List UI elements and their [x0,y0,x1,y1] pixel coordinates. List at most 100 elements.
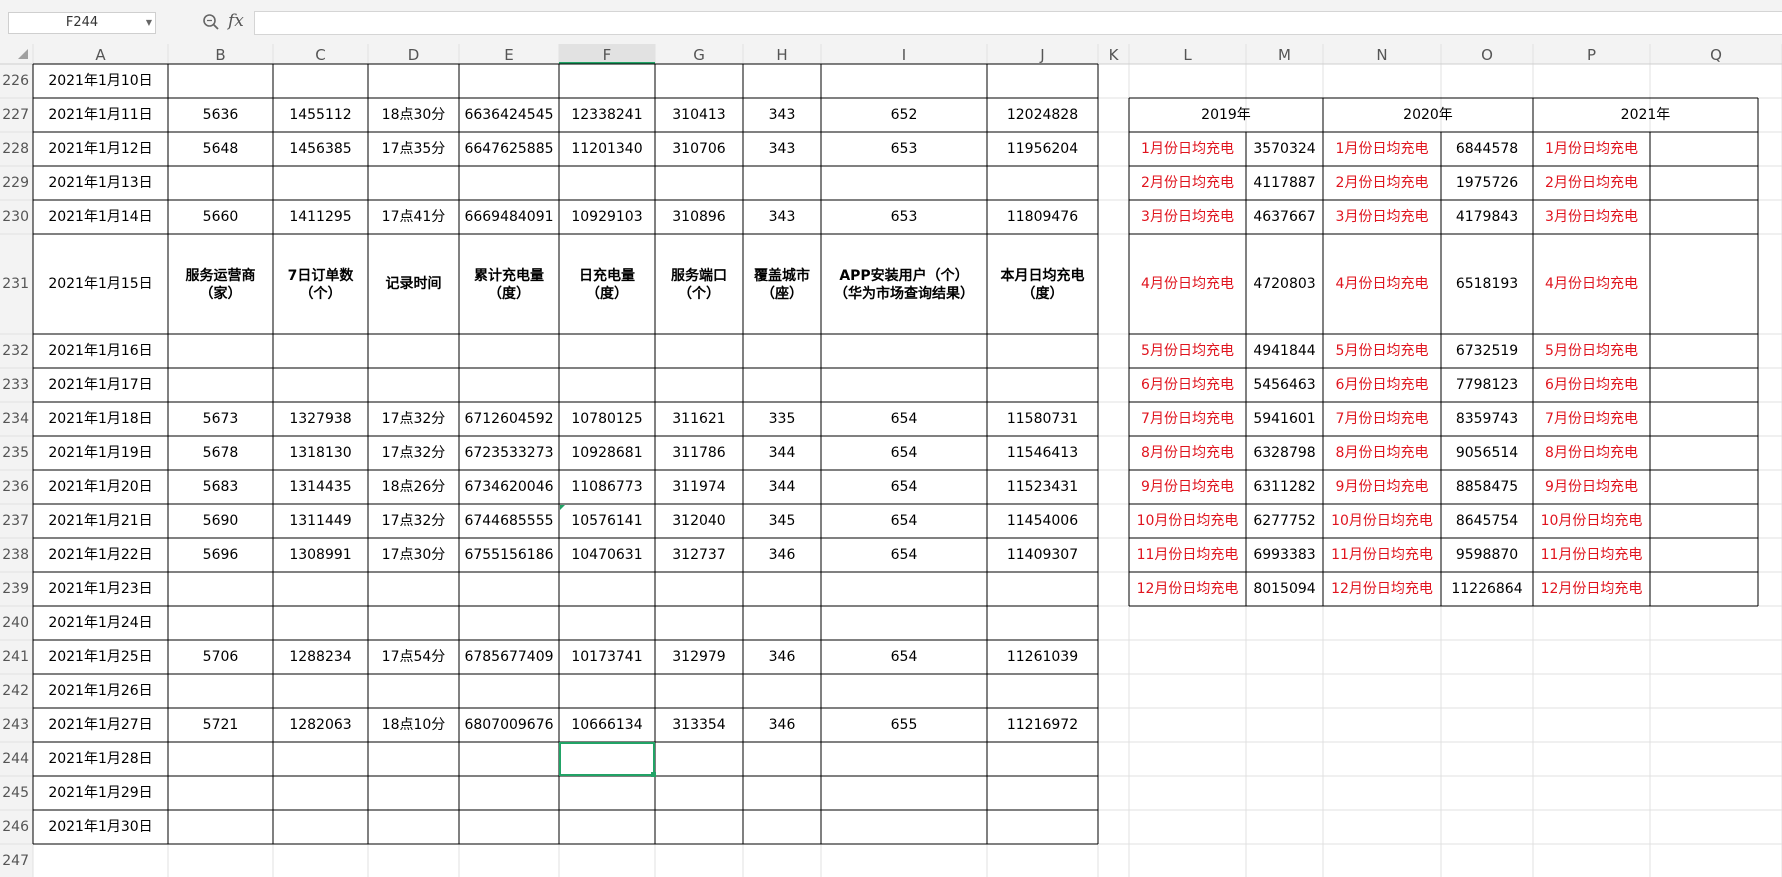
data-cell[interactable]: 335 [769,411,796,427]
data-cell[interactable]: 1288234 [289,649,351,665]
formula-input[interactable] [254,11,1782,35]
data-cell[interactable]: 5683 [203,479,239,495]
data-cell[interactable]: 1308991 [289,547,351,563]
data-cell[interactable]: 5660 [203,209,239,225]
data-cell[interactable]: 653 [891,141,918,157]
name-box[interactable]: F244 ▼ [8,12,156,34]
data-cell[interactable]: 344 [769,479,796,495]
data-cell[interactable]: 312979 [672,649,725,665]
data-cell[interactable]: 313354 [672,717,726,733]
data-cell[interactable]: 12024828 [1007,107,1078,123]
column-header-Q[interactable]: Q [1710,46,1722,64]
data-cell[interactable]: 10173741 [571,649,642,665]
data-cell[interactable]: 312040 [672,513,725,529]
data-cell[interactable]: 310413 [672,107,725,123]
data-cell[interactable]: 5636 [203,107,239,123]
date-cell[interactable]: 2021年1月16日 [48,343,152,359]
date-cell[interactable]: 2021年1月22日 [48,547,152,563]
column-header-K[interactable]: K [1109,46,1120,64]
date-cell[interactable]: 2021年1月12日 [48,141,152,157]
data-cell[interactable]: 17点32分 [382,513,446,529]
data-cell[interactable]: 5690 [203,513,239,529]
data-cell[interactable]: 11546413 [1007,445,1078,461]
row-header-247[interactable]: 247 [2,853,29,869]
data-cell[interactable]: 12338241 [571,107,642,123]
date-cell[interactable]: 2021年1月24日 [48,615,152,631]
date-cell[interactable]: 2021年1月26日 [48,683,152,699]
column-header-N[interactable]: N [1376,46,1387,64]
date-cell[interactable]: 2021年1月10日 [48,73,152,89]
data-cell[interactable]: 17点35分 [382,141,446,157]
column-header-D[interactable]: D [408,46,420,64]
row-header-236[interactable]: 236 [2,479,29,495]
data-cell[interactable]: 6807009676 [464,717,553,733]
data-cell[interactable]: 346 [769,717,796,733]
data-cell[interactable]: 311786 [672,445,726,461]
date-cell[interactable]: 2021年1月21日 [48,513,152,529]
date-cell[interactable]: 2021年1月29日 [48,785,152,801]
data-cell[interactable]: 11454006 [1007,513,1078,529]
data-cell[interactable]: 6755156186 [464,547,553,563]
data-cell[interactable]: 17点41分 [382,209,446,225]
data-cell[interactable]: 10929103 [571,209,642,225]
row-header-238[interactable]: 238 [2,547,29,563]
data-cell[interactable]: 654 [891,445,918,461]
date-cell[interactable]: 2021年1月19日 [48,445,152,461]
row-header-233[interactable]: 233 [2,377,29,393]
data-cell[interactable]: 11409307 [1007,547,1078,563]
date-cell[interactable]: 2021年1月11日 [48,107,152,123]
data-cell[interactable]: 5648 [203,141,239,157]
date-cell[interactable]: 2021年1月14日 [48,209,152,225]
row-header-242[interactable]: 242 [2,683,29,699]
date-cell[interactable]: 2021年1月25日 [48,649,152,665]
row-header-227[interactable]: 227 [2,107,29,123]
data-cell[interactable]: 346 [769,649,796,665]
data-cell[interactable]: 5706 [203,649,239,665]
data-cell[interactable]: 1282063 [289,717,351,733]
fill-handle[interactable] [651,772,656,777]
data-cell[interactable]: 6723533273 [464,445,553,461]
row-header-239[interactable]: 239 [2,581,29,597]
data-cell[interactable]: 18点26分 [382,479,446,495]
data-cell[interactable]: 343 [769,141,796,157]
data-cell[interactable]: 654 [891,649,918,665]
data-cell[interactable]: 343 [769,209,796,225]
data-cell[interactable]: 18点30分 [382,107,446,123]
column-header-C[interactable]: C [315,46,325,64]
column-header-F[interactable]: F [603,46,612,64]
data-cell[interactable]: 18点10分 [382,717,446,733]
column-header-G[interactable]: G [693,46,705,64]
data-cell[interactable]: 6734620046 [464,479,553,495]
data-cell[interactable]: 17点32分 [382,411,446,427]
data-cell[interactable]: 344 [769,445,796,461]
row-header-246[interactable]: 246 [2,819,29,835]
data-cell[interactable]: 10576141 [571,513,642,529]
row-header-237[interactable]: 237 [2,513,29,529]
column-header-M[interactable]: M [1278,46,1291,64]
data-cell[interactable]: 10780125 [571,411,642,427]
data-cell[interactable]: 17点32分 [382,445,446,461]
spreadsheet-grid[interactable]: A B C D E F G H I J K L M N O P Q 226 227 228 229 230 231 232 23… [0,44,1782,877]
data-cell[interactable]: 5673 [203,411,239,427]
date-cell[interactable]: 2021年1月13日 [48,175,152,191]
data-cell[interactable]: 1311449 [289,513,351,529]
grid-canvas[interactable]: A B C D E F G H I J K L M N O P Q 226 227 228 229 230 231 232 23… [0,44,1782,877]
data-cell[interactable]: 346 [769,547,796,563]
active-cell-F244[interactable] [559,742,655,776]
data-cell[interactable]: 11580731 [1007,411,1078,427]
row-header-228[interactable]: 228 [2,141,29,157]
date-cell[interactable]: 2021年1月20日 [48,479,152,495]
data-cell[interactable]: 654 [891,479,918,495]
data-cell[interactable]: 1455112 [289,107,351,123]
data-cell[interactable]: 345 [769,513,796,529]
data-cell[interactable]: 11201340 [571,141,642,157]
row-header-234[interactable]: 234 [2,411,29,427]
row-header-241[interactable]: 241 [2,649,29,665]
data-cell[interactable]: 11086773 [571,479,642,495]
column-header-P[interactable]: P [1587,46,1596,64]
date-cell[interactable]: 2021年1月15日 [48,276,152,292]
data-cell[interactable]: 655 [891,717,918,733]
column-header-O[interactable]: O [1481,46,1493,64]
fx-icon[interactable]: fx [228,11,244,31]
data-cell[interactable]: 11216972 [1007,717,1078,733]
